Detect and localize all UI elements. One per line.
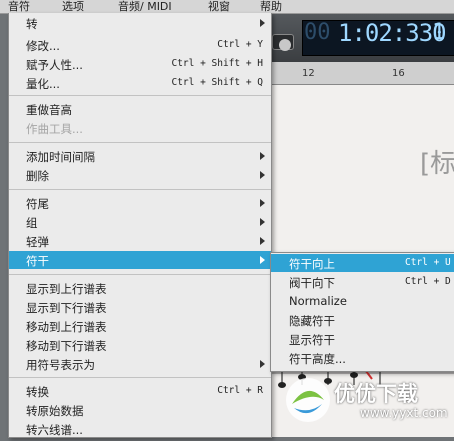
toolbar-button[interactable]: [272, 34, 294, 51]
submenu-arrow-icon: [260, 256, 265, 264]
menu-item-quantize[interactable]: 量化... Ctrl + Shift + Q: [9, 74, 271, 92]
menu-item-add-time[interactable]: 添加时间间隔: [9, 147, 271, 165]
menu-separator: [9, 377, 271, 378]
menu-item-label: 符干: [26, 254, 49, 268]
submenu-arrow-icon: [260, 19, 265, 27]
menu-item-repitch[interactable]: 重做音高: [9, 100, 271, 118]
record-icon: [279, 39, 291, 51]
menu-item-show-lower-staff[interactable]: 显示到下行谱表: [9, 298, 271, 316]
menu-item-transform[interactable]: 转换 Ctrl + R: [9, 382, 271, 400]
menu-separator: [9, 142, 271, 143]
submenu-arrow-icon: [260, 199, 265, 207]
menu-item-label: 组: [26, 216, 38, 230]
submenu-item-hide-stems[interactable]: 隐藏符干: [271, 311, 454, 329]
submenu-item-normalize[interactable]: Normalize: [271, 292, 454, 310]
menu-item-label: 转原始数据: [26, 404, 84, 418]
time-extra: 1: [432, 20, 446, 45]
submenu-item-label: 隐藏符干: [289, 314, 335, 328]
submenu-item-label: 符干高度...: [289, 352, 346, 366]
submenu-item-label: 符干向上: [289, 257, 335, 271]
menu-item-label: 显示到上行谱表: [26, 282, 107, 296]
menu-item-label: 添加时间间隔: [26, 150, 95, 164]
menu-item-flags[interactable]: 符尾: [9, 194, 271, 212]
watermark-url: www.yyxt.com: [360, 406, 448, 420]
stems-submenu: 符干向上 Ctrl + U 阀干向下 Ctrl + D Normalize 隐藏符干…: [270, 252, 454, 372]
menu-item-flick[interactable]: 轻弹: [9, 232, 271, 250]
menu-item-to-tablature[interactable]: 转六线谱...: [9, 420, 271, 438]
menubar: 音符 选项 音频/ MIDI 视窗 帮助: [0, 0, 454, 14]
menu-item-label: 删除: [26, 169, 49, 183]
menu-item-label: 符尾: [26, 197, 49, 211]
submenu-item-stem-up[interactable]: 符干向上 Ctrl + U: [271, 254, 454, 272]
menu-item-shortcut: Ctrl + Y: [217, 39, 263, 50]
watermark-brand: 优优下载: [334, 382, 418, 406]
submenu-arrow-icon: [260, 360, 265, 368]
menu-item-delete[interactable]: 删除: [9, 166, 271, 184]
menu-help[interactable]: 帮助: [260, 0, 282, 14]
menu-separator: [9, 95, 271, 96]
submenu-arrow-icon: [260, 218, 265, 226]
menu-item-label: 轻弹: [26, 235, 49, 249]
menu-item-label: 作曲工具...: [26, 122, 83, 136]
menu-options[interactable]: 选项: [62, 0, 84, 14]
timeline-ruler[interactable]: 12 16: [268, 62, 454, 85]
menu-item-shortcut: Ctrl + R: [217, 385, 263, 396]
submenu-item-stem-height[interactable]: 符干高度...: [271, 349, 454, 367]
notes-dropdown-menu: 转 修改... Ctrl + Y 赋予人性... Ctrl + Shift + H …: [8, 13, 272, 438]
menu-item-move-upper-staff[interactable]: 移动到上行谱表: [9, 317, 271, 335]
menu-item-label: 重做音高: [26, 103, 72, 117]
submenu-item-label: 阀干向下: [289, 276, 335, 290]
menu-item-shortcut: Ctrl + Shift + H: [171, 58, 263, 69]
time-prefix: 00: [304, 20, 331, 45]
menu-item-label: 显示到下行谱表: [26, 301, 107, 315]
menu-item-shortcut: Ctrl + Shift + Q: [171, 77, 263, 88]
score-title: [标: [420, 149, 454, 179]
submenu-item-stem-down[interactable]: 阀干向下 Ctrl + D: [271, 273, 454, 291]
menu-item-label: 移动到下行谱表: [26, 339, 107, 353]
menu-item-group[interactable]: 组: [9, 213, 271, 231]
menu-item-to-raw-data[interactable]: 转原始数据: [9, 401, 271, 419]
submenu-arrow-icon: [260, 237, 265, 245]
menu-item-humanize[interactable]: 赋予人性... Ctrl + Shift + H: [9, 55, 271, 73]
submenu-arrow-icon: [260, 171, 265, 179]
submenu-item-show-stems[interactable]: 显示符干: [271, 330, 454, 348]
watermark-logo-icon: [286, 378, 330, 422]
menu-item-label: 赋予人性...: [26, 58, 83, 72]
ruler-tick: 16: [392, 68, 405, 79]
menu-window[interactable]: 视窗: [208, 0, 230, 14]
menu-item-label: 修改...: [26, 39, 60, 53]
menu-item-show-upper-staff[interactable]: 显示到上行谱表: [9, 279, 271, 297]
menu-item-label: 转: [26, 17, 38, 31]
menu-item-stems[interactable]: 符干: [9, 251, 271, 269]
menu-notes[interactable]: 音符: [8, 0, 30, 14]
submenu-item-label: Normalize: [289, 294, 347, 308]
submenu-item-shortcut: Ctrl + U: [405, 257, 451, 268]
menu-item-represent-as-symbol[interactable]: 用符号表示为: [9, 355, 271, 373]
time-counter: 1:02:330: [338, 19, 447, 47]
menu-audio-midi[interactable]: 音频/ MIDI: [118, 0, 172, 14]
menu-separator: [9, 274, 271, 275]
menu-item-modify[interactable]: 修改... Ctrl + Y: [9, 36, 271, 54]
menu-item-label: 转换: [26, 385, 49, 399]
menu-item-label: 转六线谱...: [26, 423, 83, 437]
ruler-tick: 12: [302, 68, 315, 79]
menu-item-move-lower-staff[interactable]: 移动到下行谱表: [9, 336, 271, 354]
submenu-item-label: 显示符干: [289, 333, 335, 347]
submenu-item-shortcut: Ctrl + D: [405, 276, 451, 287]
menu-item-label: 用符号表示为: [26, 358, 95, 372]
submenu-arrow-icon: [260, 152, 265, 160]
menu-item-compose-tools: 作曲工具...: [9, 119, 271, 137]
menu-separator: [9, 189, 271, 190]
menu-item-convert[interactable]: 转: [9, 14, 271, 32]
menu-item-label: 移动到上行谱表: [26, 320, 107, 334]
menu-item-label: 量化...: [26, 77, 60, 91]
